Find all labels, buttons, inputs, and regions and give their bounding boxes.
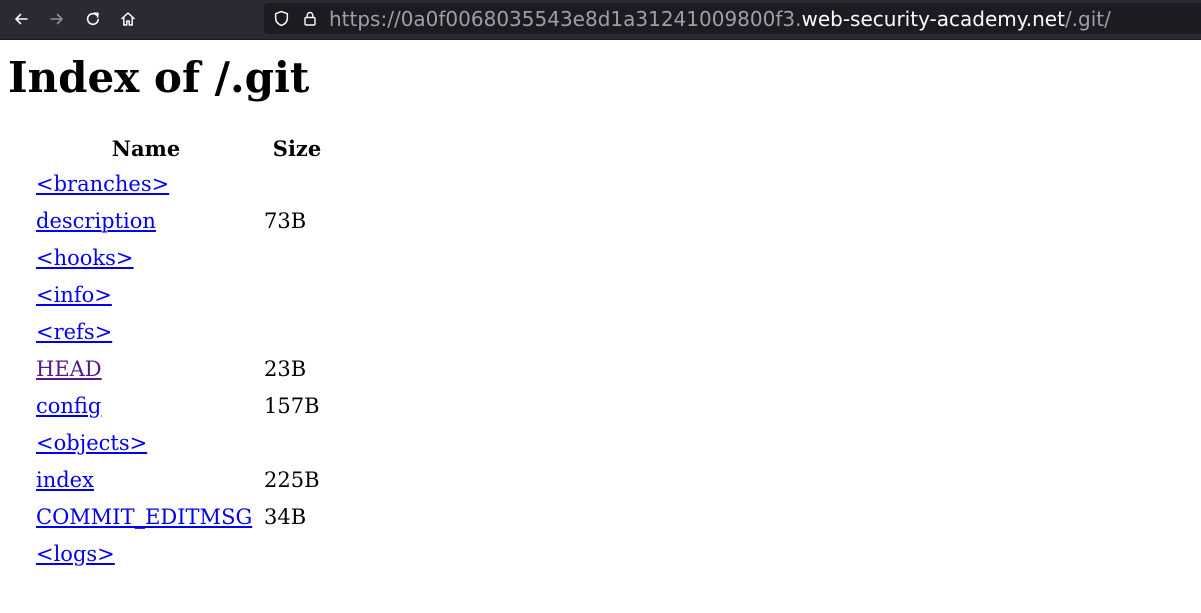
arrow-right-icon <box>49 11 65 27</box>
arrow-left-icon <box>13 11 29 27</box>
entry-size <box>264 165 327 202</box>
table-row: config 157B <box>36 387 327 424</box>
forward-button[interactable] <box>42 4 72 34</box>
entry-link-info[interactable]: <info> <box>36 283 112 307</box>
entry-size <box>264 239 327 276</box>
table-row: <branches> <box>36 165 327 202</box>
entry-link-branches[interactable]: <branches> <box>36 172 169 196</box>
table-row: <hooks> <box>36 239 327 276</box>
lock-icon[interactable] <box>302 10 318 32</box>
column-header-name: Name <box>111 136 181 161</box>
header-row: Name Size <box>36 132 327 165</box>
url-prefix: https://0a0f0068035543e8d1a31241009800f3… <box>329 7 802 31</box>
table-row: <objects> <box>36 424 327 461</box>
home-icon <box>120 11 136 27</box>
home-button[interactable] <box>113 4 143 34</box>
back-button[interactable] <box>6 4 36 34</box>
table-row: description 73B <box>36 202 327 239</box>
reload-icon <box>85 11 101 27</box>
entry-size <box>264 276 327 313</box>
browser-toolbar: https://0a0f0068035543e8d1a31241009800f3… <box>0 0 1201 40</box>
entry-size: 73B <box>264 208 307 233</box>
url-host: web-security-academy.net <box>801 7 1065 31</box>
address-bar[interactable]: https://0a0f0068035543e8d1a31241009800f3… <box>264 3 1201 34</box>
column-header-size: Size <box>272 136 322 161</box>
table-row: <logs> <box>36 535 327 572</box>
entry-link-logs[interactable]: <logs> <box>36 542 115 566</box>
entry-size: 225B <box>264 467 320 492</box>
url-text[interactable]: https://0a0f0068035543e8d1a31241009800f3… <box>329 6 1111 32</box>
table-row: COMMIT_EDITMSG 34B <box>36 498 327 535</box>
url-path: /.git/ <box>1064 7 1111 31</box>
entry-link-index[interactable]: index <box>36 468 94 492</box>
entry-size: 34B <box>264 504 307 529</box>
entry-link-hooks[interactable]: <hooks> <box>36 246 134 270</box>
entry-link-objects[interactable]: <objects> <box>36 431 147 455</box>
table-row: HEAD 23B <box>36 350 327 387</box>
entry-size: 157B <box>264 393 320 418</box>
entry-size <box>264 535 327 572</box>
entry-size: 23B <box>264 356 307 381</box>
entry-link-config[interactable]: config <box>36 394 101 418</box>
entry-size <box>264 313 327 350</box>
entry-size <box>264 424 327 461</box>
table-row: index 225B <box>36 461 327 498</box>
shield-icon[interactable] <box>273 10 290 32</box>
entry-link-head[interactable]: HEAD <box>36 357 102 381</box>
page-title: Index of /.git <box>8 53 310 102</box>
entry-link-description[interactable]: description <box>36 209 156 233</box>
table-row: <refs> <box>36 313 327 350</box>
entry-link-commit-editmsg[interactable]: COMMIT_EDITMSG <box>36 505 252 529</box>
directory-listing: Name Size <branches> description 73B <ho… <box>28 132 335 572</box>
table-row: <info> <box>36 276 327 313</box>
reload-button[interactable] <box>78 4 108 34</box>
entry-link-refs[interactable]: <refs> <box>36 320 112 344</box>
